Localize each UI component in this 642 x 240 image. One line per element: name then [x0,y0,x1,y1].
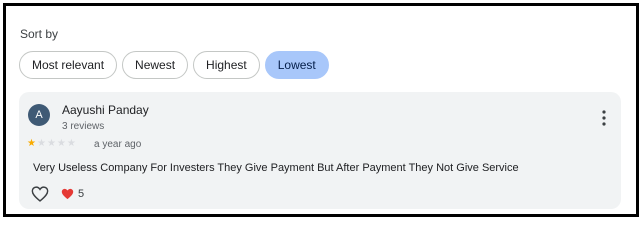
star-rating: ★ ★ ★ ★ ★ [27,138,76,150]
review-card: A Aayushi Panday 3 reviews ★ ★ ★ ★ ★ a year … [19,92,621,209]
heart-outline-icon[interactable] [31,186,49,202]
author-name[interactable]: Aayushi Panday [62,103,149,117]
sort-chip-most-relevant[interactable]: Most relevant [19,51,118,79]
author-review-count: 3 reviews [62,121,105,132]
reaction-summary[interactable]: 5 [61,188,84,200]
star-empty-icon: ★ [36,138,46,149]
sort-chip-newest[interactable]: Newest [122,51,189,79]
sort-chip-highest[interactable]: Highest [193,51,260,79]
star-empty-icon: ★ [56,138,66,149]
review-text: Very Useless Company For Investers They … [33,162,519,174]
sort-by-label: Sort by [20,27,59,41]
sort-chip-lowest[interactable]: Lowest [264,51,329,79]
star-empty-icon: ★ [46,138,56,149]
star-empty-icon: ★ [66,138,76,149]
reviews-panel: Sort by Most relevant Newest Highest Low… [3,3,639,217]
avatar[interactable]: A [28,104,50,126]
reaction-count: 5 [78,188,85,200]
heart-filled-icon [61,188,74,200]
star-filled-icon: ★ [27,138,36,149]
more-vert-icon[interactable] [601,110,607,126]
sort-chip-group: Most relevant Newest Highest Lowest [19,51,329,79]
review-time: a year ago [94,139,142,150]
